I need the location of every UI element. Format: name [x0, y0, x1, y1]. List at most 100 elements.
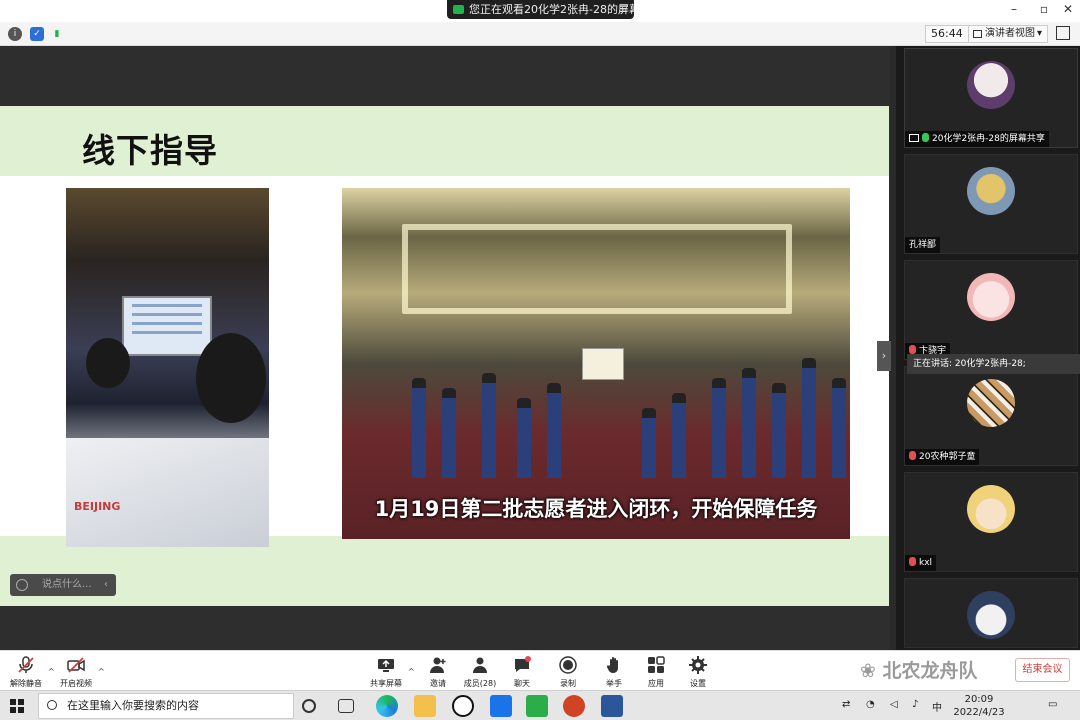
avatar: [967, 273, 1015, 321]
close-button[interactable]: ✕: [1056, 2, 1080, 16]
invite-button[interactable]: 邀请: [414, 654, 462, 690]
system-clock[interactable]: 20:09 2022/4/23: [948, 693, 1010, 719]
record-icon: [559, 656, 577, 674]
search-icon: [47, 700, 57, 710]
people-icon: [473, 657, 487, 673]
video-tile[interactable]: 20农种郭子童: [904, 366, 1078, 466]
edge-icon[interactable]: [376, 695, 398, 717]
gear-icon: [689, 656, 707, 674]
mic-muted-icon: [909, 557, 916, 566]
settings-label: 设置: [690, 679, 706, 688]
collapse-panel-button[interactable]: ›: [877, 341, 891, 371]
viewing-banner-text: 您正在观看20化学2张冉-28的屏幕: [469, 3, 634, 16]
screen: 您正在观看20化学2张冉-28的屏幕 ☰ – ▫ ✕ i ✓ ▮ 56:44 演…: [0, 0, 1080, 720]
quick-chat-input[interactable]: 说点什么... ‹: [10, 574, 116, 596]
start-video-button[interactable]: 开启视频: [52, 654, 100, 690]
video-tile[interactable]: 孔祥鄙: [904, 154, 1078, 254]
chevron-left-icon[interactable]: ‹: [104, 574, 108, 596]
avatar: [967, 485, 1015, 533]
unmute-label: 解除静音: [10, 679, 42, 688]
apps-icon: [648, 656, 665, 673]
training-photo-left: BEIJING: [66, 188, 269, 547]
video-tile[interactable]: kxl: [904, 472, 1078, 572]
video-off-icon: [67, 657, 85, 673]
windows-start-icon[interactable]: [10, 699, 24, 713]
wechat-icon[interactable]: [526, 695, 548, 717]
share-screen-button[interactable]: 共享屏幕: [362, 654, 410, 690]
record-label: 录制: [560, 679, 576, 688]
camera-icon: [453, 5, 464, 14]
notification-icon[interactable]: ▭: [1048, 699, 1057, 710]
network-icon[interactable]: ⇄: [842, 699, 850, 710]
apps-label: 应用: [648, 679, 664, 688]
volunteer-crowd: [342, 358, 850, 478]
record-button[interactable]: 录制: [544, 654, 592, 690]
add-user-icon: [430, 657, 446, 673]
participants-button[interactable]: 成员(28): [456, 654, 504, 690]
maximize-button[interactable]: ▫: [1032, 2, 1056, 16]
ime-indicator[interactable]: 中: [932, 699, 942, 714]
avatar: [967, 591, 1015, 639]
volume-icon[interactable]: ♪: [912, 699, 918, 710]
qq-icon[interactable]: [452, 695, 474, 717]
photo-caption: 1月19日第二批志愿者进入闭环，开始保障任务: [374, 497, 818, 521]
powerpoint-icon[interactable]: [563, 695, 585, 717]
view-mode-label: 演讲者视图: [985, 28, 1035, 39]
mic-muted-icon: [909, 345, 916, 354]
shield-icon[interactable]: ✓: [30, 27, 44, 41]
quick-chat-placeholder: 说点什么...: [42, 579, 92, 590]
meeting-timer: 56:44: [925, 25, 969, 43]
speaker-icon[interactable]: ◁: [890, 699, 898, 710]
settings-button[interactable]: 设置: [674, 654, 722, 690]
cortana-icon[interactable]: [302, 699, 316, 713]
share-screen-label: 共享屏幕: [370, 679, 402, 688]
raise-hand-label: 举手: [606, 679, 622, 688]
window-titlebar: 您正在观看20化学2张冉-28的屏幕 ☰ – ▫ ✕: [0, 0, 1080, 22]
view-mode-button[interactable]: 演讲者视图 ▾: [968, 25, 1048, 43]
mic-on-icon: [922, 133, 929, 142]
video-tile[interactable]: 卞骁宇: [904, 260, 1078, 360]
unmute-button[interactable]: 解除静音: [2, 654, 50, 690]
start-video-label: 开启视频: [60, 679, 92, 688]
ceiling-lights: [402, 224, 792, 314]
fullscreen-icon[interactable]: [1056, 26, 1070, 40]
raise-hand-button[interactable]: 举手: [590, 654, 638, 690]
end-meeting-button[interactable]: 结束会议: [1015, 658, 1070, 682]
task-view-icon[interactable]: [338, 699, 354, 713]
avatar: [967, 379, 1015, 427]
participant-name: 20农种郭子童: [919, 452, 976, 462]
info-icon[interactable]: i: [8, 27, 22, 41]
windows-taskbar: 在这里输入你要搜索的内容 ⇄ ◔ ◁ ♪ 中 20:09 2022/4/23 ▭: [0, 690, 1080, 720]
participant-video-panel: 20化学2张冉-28的屏幕共享 孔祥鄙 卞骁宇 20农种郭子童 kxl: [890, 46, 1080, 650]
active-speaker-indicator: 正在讲话: 20化学2张冉-28;: [907, 354, 1080, 374]
slide-title: 线下指导: [82, 131, 218, 170]
chat-label: 聊天: [514, 679, 530, 688]
viewing-banner[interactable]: 您正在观看20化学2张冉-28的屏幕 ☰: [447, 0, 634, 19]
apps-button[interactable]: 应用: [632, 654, 680, 690]
video-tile[interactable]: 20化学2张冉-28的屏幕共享: [904, 48, 1078, 148]
meeting-top-bar: i ✓ ▮ 56:44 演讲者视图 ▾: [0, 22, 1080, 46]
taskbar-search-placeholder: 在这里输入你要搜索的内容: [67, 699, 199, 712]
participant-name: kxl: [919, 558, 933, 568]
menu-icon[interactable]: ☰: [619, 0, 628, 19]
wifi-icon[interactable]: ◔: [866, 699, 875, 710]
mic-muted-icon: [18, 656, 34, 673]
volunteer-jacket: BEIJING: [66, 438, 269, 547]
meeting-app-icon[interactable]: [490, 695, 512, 717]
file-explorer-icon[interactable]: [414, 695, 436, 717]
minimize-button[interactable]: –: [1002, 2, 1026, 16]
chat-icon: [515, 656, 531, 672]
screen-share-icon: [909, 134, 919, 142]
word-icon[interactable]: [601, 695, 623, 717]
taskbar-search-input[interactable]: 在这里输入你要搜索的内容: [38, 693, 294, 719]
participant-name: 20化学2张冉-28的屏幕共享: [932, 134, 1045, 144]
chat-button[interactable]: 聊天: [498, 654, 546, 690]
projector-screen: [122, 296, 212, 356]
chevron-up-icon[interactable]: ^: [98, 667, 105, 676]
hand-icon: [606, 657, 618, 673]
shared-screen: 线下指导 BEIJING 1月19日第二批志愿者进入闭环，开始保障任务 说点什么…: [0, 46, 890, 650]
signal-icon[interactable]: ▮: [50, 27, 64, 41]
presentation-slide: 线下指导 BEIJING 1月19日第二批志愿者进入闭环，开始保障任务: [0, 106, 889, 606]
emoji-icon[interactable]: [16, 579, 28, 591]
video-tile[interactable]: [904, 578, 1078, 648]
